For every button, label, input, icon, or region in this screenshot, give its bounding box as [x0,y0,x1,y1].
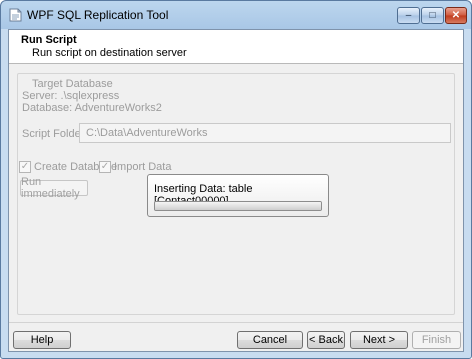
page-title: Run Script [21,34,77,46]
finish-button[interactable]: Finish [412,331,461,349]
progress-dialog: Inserting Data: table [Contact00000] [147,174,329,217]
page-subtitle: Run script on destination server [32,47,187,59]
app-icon [9,8,22,22]
close-button[interactable]: ✕ [445,7,467,24]
progress-bar-fill [155,202,321,210]
maximize-icon: □ [429,10,436,21]
database-value: Database: AdventureWorks2 [22,102,162,114]
checkmark-icon: ✓ [99,161,111,173]
help-button[interactable]: Help [13,331,71,349]
back-button[interactable]: < Back [307,331,345,349]
script-folder-label: Script Folder: [22,128,88,140]
progress-bar [154,201,322,211]
server-value: Server: .\sqlexpress [22,90,120,102]
minimize-button[interactable]: – [397,7,420,24]
target-database-label: Target Database [32,78,113,90]
close-icon: ✕ [451,10,461,21]
import-data-label: Import Data [114,161,172,173]
import-data-checkbox[interactable]: ✓ Import Data [99,161,171,173]
maximize-button[interactable]: □ [421,7,444,24]
run-immediately-button[interactable]: Run immediately [20,176,88,200]
minimize-icon: – [405,10,412,21]
wizard-client-area: Run Script Run script on destination ser… [8,29,464,352]
script-folder-input[interactable]: C:\Data\AdventureWorks [79,123,451,143]
app-window: WPF SQL Replication Tool – □ ✕ Run Scrip… [0,0,472,359]
title-bar[interactable]: WPF SQL Replication Tool – □ ✕ [1,1,471,29]
cancel-button[interactable]: Cancel [237,331,303,349]
next-button[interactable]: Next > [350,331,408,349]
wizard-header: Run Script Run script on destination ser… [9,30,463,64]
checkmark-icon: ✓ [19,161,31,173]
footer-divider [9,322,463,323]
window-title: WPF SQL Replication Tool [27,8,169,22]
